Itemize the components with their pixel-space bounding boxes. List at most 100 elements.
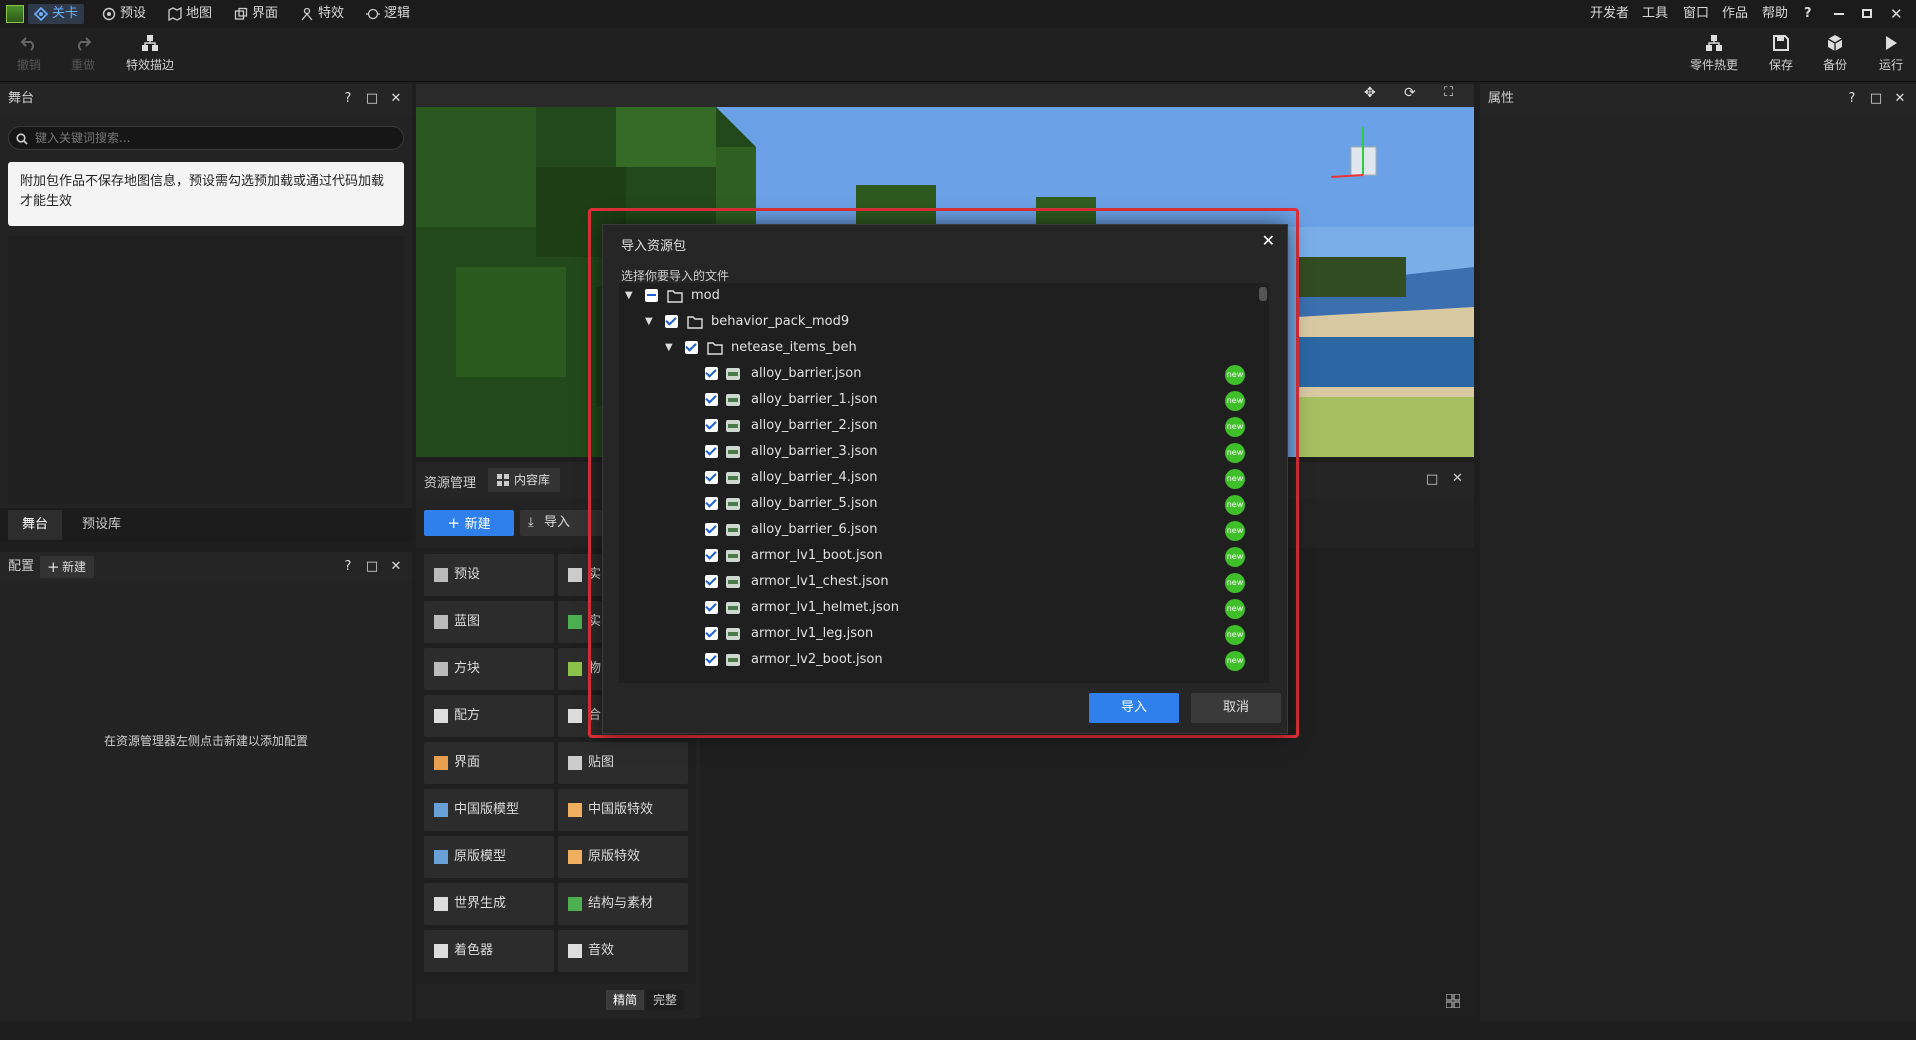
menu-works[interactable]: 作品: [1722, 4, 1748, 24]
category-shader[interactable]: 着色器: [424, 930, 554, 972]
effect-outline-button[interactable]: 特效描边: [124, 34, 176, 73]
tree-checkbox[interactable]: [705, 367, 718, 380]
minimize-icon[interactable]: [1834, 4, 1848, 24]
dialog-close-icon[interactable]: ✕: [1262, 231, 1275, 250]
menu-ui[interactable]: 界面: [228, 4, 284, 24]
close-icon[interactable]: ✕: [1452, 471, 1463, 486]
category-cn-model[interactable]: 中国版模型: [424, 789, 554, 831]
tree-row[interactable]: armor_lv1_helmet.json new: [619, 595, 1259, 621]
menu-developer[interactable]: 开发者: [1590, 4, 1629, 24]
menu-effect[interactable]: 特效: [294, 4, 350, 24]
close-icon[interactable]: ✕: [384, 84, 408, 114]
tree-row[interactable]: alloy_barrier_3.json new: [619, 439, 1259, 465]
menu-map[interactable]: 地图: [162, 4, 218, 24]
category-recipe[interactable]: 配方: [424, 695, 554, 737]
move-gizmo-icon[interactable]: ✥: [1364, 85, 1376, 101]
menu-level[interactable]: 关卡: [28, 4, 85, 24]
category-world-gen[interactable]: 世界生成: [424, 883, 554, 925]
tree-row[interactable]: ▼ netease_items_beh: [619, 335, 1259, 361]
resource-new-button[interactable]: + 新建: [424, 510, 514, 536]
category-block[interactable]: 方块: [424, 648, 554, 690]
tree-row[interactable]: alloy_barrier_5.json new: [619, 491, 1259, 517]
config-new-button[interactable]: + 新建: [40, 556, 95, 578]
tree-row[interactable]: armor_lv2_boot.json new: [619, 647, 1259, 673]
tree-row[interactable]: alloy_barrier.json new: [619, 361, 1259, 387]
undo-button[interactable]: 撤销: [14, 34, 44, 73]
tree-checkbox[interactable]: [705, 497, 718, 510]
tree-checkbox[interactable]: [705, 627, 718, 640]
maximize-icon[interactable]: □: [360, 552, 384, 582]
new-badge: new: [1225, 443, 1245, 463]
tree-scrollbar[interactable]: [1259, 287, 1267, 301]
import-button[interactable]: 导入: [1089, 693, 1179, 723]
tree-row[interactable]: armor_lv1_boot.json new: [619, 543, 1259, 569]
tree-row[interactable]: armor_lv1_leg.json new: [619, 621, 1259, 647]
category-vanilla-model[interactable]: 原版模型: [424, 836, 554, 878]
category-sound[interactable]: 音效: [558, 930, 688, 972]
save-button[interactable]: 保存: [1766, 34, 1796, 73]
category-texture[interactable]: 贴图: [558, 742, 688, 784]
new-badge: new: [1225, 651, 1245, 671]
category-blueprint[interactable]: 蓝图: [424, 601, 554, 643]
help-icon[interactable]: ?: [336, 552, 360, 582]
stage-tree-area: [8, 236, 404, 504]
close-icon[interactable]: ✕: [1888, 84, 1912, 114]
category-structure[interactable]: 结构与素材: [558, 883, 688, 925]
tree-checkbox[interactable]: [685, 341, 698, 354]
tree-checkbox[interactable]: [705, 523, 718, 536]
close-icon[interactable]: ✕: [384, 552, 408, 582]
category-vanilla-effect[interactable]: 原版特效: [558, 836, 688, 878]
tree-row[interactable]: alloy_barrier_2.json new: [619, 413, 1259, 439]
grid-view-icon[interactable]: [1446, 994, 1460, 1008]
backup-button[interactable]: 备份: [1820, 34, 1850, 73]
stage-panel: 舞台 ? □ ✕ 键入关键词搜索... 附加包作品不保存地图信息，预设需勾选预加载或…: [0, 84, 412, 542]
menu-window[interactable]: 窗口: [1683, 4, 1709, 24]
tree-checkbox[interactable]: [705, 653, 718, 666]
stage-search-input[interactable]: 键入关键词搜索...: [8, 126, 404, 150]
tree-row[interactable]: alloy_barrier_4.json new: [619, 465, 1259, 491]
tree-checkbox[interactable]: [705, 601, 718, 614]
category-preset[interactable]: 预设: [424, 554, 554, 596]
maximize-icon[interactable]: □: [360, 84, 384, 114]
redo-button[interactable]: 重做: [68, 34, 98, 73]
close-window-icon[interactable]: ✕: [1890, 4, 1903, 24]
maximize-icon[interactable]: □: [1426, 472, 1438, 487]
view-full-button[interactable]: 完整: [646, 990, 684, 1010]
tab-stage[interactable]: 舞台: [8, 510, 63, 540]
help-question-icon[interactable]: ?: [1804, 4, 1812, 24]
tree-checkbox[interactable]: [645, 289, 658, 302]
tree-row[interactable]: armor_lv1_chest.json new: [619, 569, 1259, 595]
category-cn-effect[interactable]: 中国版特效: [558, 789, 688, 831]
tree-row[interactable]: ▼ behavior_pack_mod9: [619, 309, 1259, 335]
rotate-icon[interactable]: ⟳: [1404, 85, 1416, 101]
category-ui[interactable]: 界面: [424, 742, 554, 784]
menu-preset[interactable]: 预设: [96, 4, 152, 24]
tree-checkbox[interactable]: [705, 393, 718, 406]
help-icon[interactable]: ?: [1840, 84, 1864, 114]
tree-row[interactable]: alloy_barrier_6.json new: [619, 517, 1259, 543]
fullscreen-icon[interactable]: ⛶: [1444, 85, 1453, 100]
menu-logic[interactable]: 逻辑: [360, 4, 416, 24]
restore-icon[interactable]: [1862, 4, 1876, 24]
tree-checkbox[interactable]: [665, 315, 678, 328]
cancel-button[interactable]: 取消: [1191, 693, 1281, 723]
tree-checkbox[interactable]: [705, 445, 718, 458]
menu-tools[interactable]: 工具: [1642, 4, 1668, 24]
tree-row[interactable]: alloy_barrier_1.json new: [619, 387, 1259, 413]
expand-triangle-icon[interactable]: ▼: [645, 309, 657, 335]
maximize-icon[interactable]: □: [1864, 84, 1888, 114]
run-button[interactable]: 运行: [1876, 34, 1906, 73]
tree-checkbox[interactable]: [705, 471, 718, 484]
expand-triangle-icon[interactable]: ▼: [665, 335, 677, 361]
menu-help[interactable]: 帮助: [1762, 4, 1788, 24]
tab-preset-library[interactable]: 预设库: [68, 510, 135, 540]
tree-row[interactable]: ▼ mod: [619, 283, 1259, 309]
tree-checkbox[interactable]: [705, 419, 718, 432]
content-library-tab[interactable]: 内容库: [488, 468, 561, 492]
tree-checkbox[interactable]: [705, 575, 718, 588]
view-simple-button[interactable]: 精简: [606, 990, 644, 1010]
expand-triangle-icon[interactable]: ▼: [625, 283, 637, 309]
help-icon[interactable]: ?: [336, 84, 360, 114]
tree-checkbox[interactable]: [705, 549, 718, 562]
hot-update-button[interactable]: 零件热更: [1688, 34, 1740, 73]
